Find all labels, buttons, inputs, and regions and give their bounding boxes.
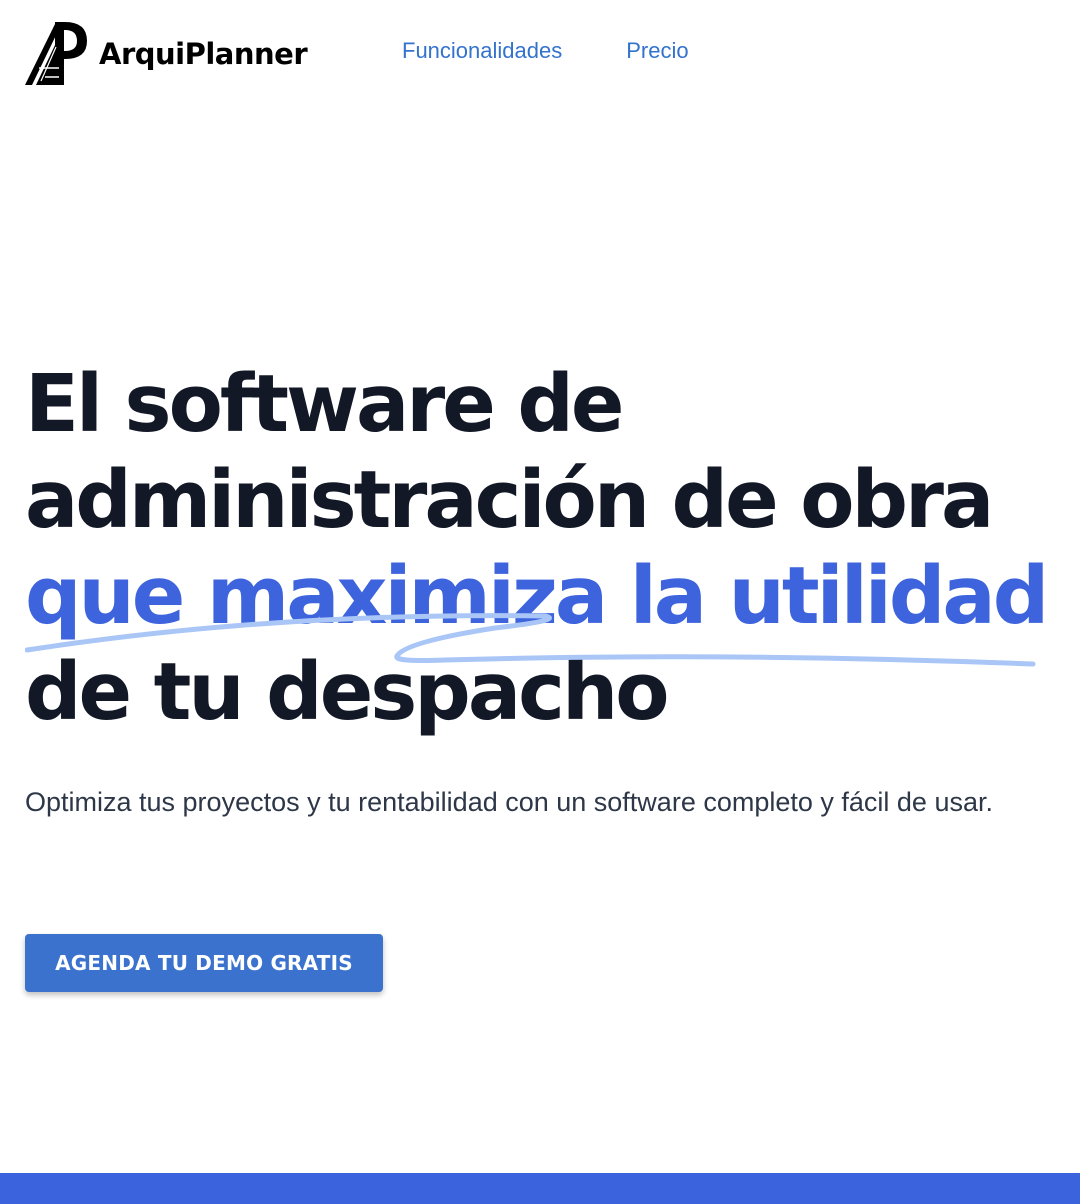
main-nav: Funcionalidades Precio (402, 38, 689, 64)
nav-link-precio[interactable]: Precio (626, 38, 688, 64)
site-header: ArquiPlanner Funcionalidades Precio (0, 0, 1080, 110)
next-section-band (0, 1173, 1080, 1204)
nav-link-funcionalidades[interactable]: Funcionalidades (402, 38, 562, 64)
brand-logo[interactable]: ArquiPlanner (25, 21, 308, 86)
agenda-demo-button[interactable]: AGENDA TU DEMO GRATIS (25, 934, 383, 992)
brand-name: ArquiPlanner (99, 36, 308, 71)
arquiplanner-logo-icon (25, 22, 87, 85)
hero-title: El software de administración de obra qu… (25, 356, 1049, 740)
hero-title-line-1: El software de (25, 358, 624, 450)
hero-subtitle: Optimiza tus proyectos y tu rentabilidad… (25, 787, 993, 817)
highlight-underline-decoration (25, 613, 1036, 667)
hero-title-line-2: administración de obra (25, 454, 994, 546)
